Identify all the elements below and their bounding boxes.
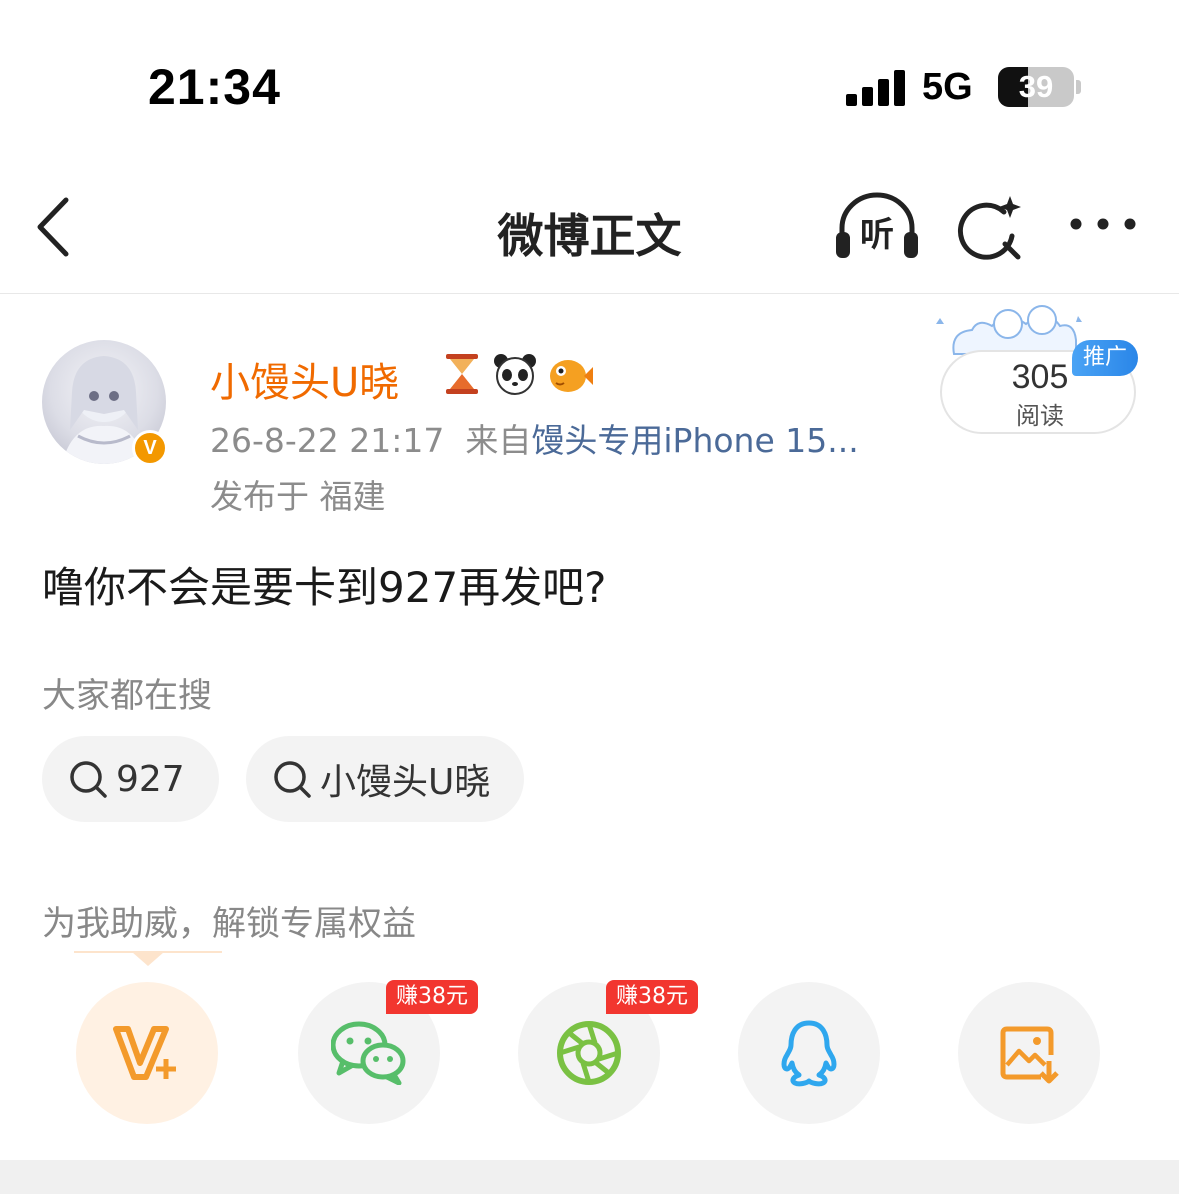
verified-badge: V: [132, 430, 168, 466]
search-icon: [70, 761, 107, 798]
ai-search-icon: [958, 196, 1021, 260]
battery-level: 39: [1018, 69, 1054, 104]
hot-search-chip-label: 927: [116, 758, 185, 800]
battery-cap: [1076, 80, 1081, 94]
headphones-listen-icon: 听: [836, 192, 918, 258]
hot-search-chip[interactable]: 927: [42, 736, 219, 822]
bottom-divider-band: [0, 1160, 1179, 1194]
listen-button[interactable]: 听: [832, 190, 922, 264]
source-prefix: 来自: [465, 421, 532, 460]
vplus-icon: [113, 1026, 176, 1080]
earn-tag: 赚38元: [386, 980, 478, 1014]
nav-bar: 微博正文 听: [0, 160, 1179, 294]
qq-icon: [781, 1020, 837, 1087]
save-image-icon: [1000, 1026, 1059, 1084]
hourglass-icon: [446, 354, 478, 394]
promo-badge[interactable]: 推广: [1072, 340, 1138, 376]
signal-strength-icon: [846, 70, 906, 106]
wechat-icon: [331, 1021, 406, 1085]
ai-search-button[interactable]: [952, 190, 1026, 264]
earn-tag: 赚38元: [606, 980, 698, 1014]
post-text: 噜你不会是要卡到927再发吧?: [42, 563, 607, 612]
battery-icon: 39: [998, 67, 1074, 107]
username[interactable]: 小馒头U晓: [210, 350, 399, 408]
more-dots-icon: [1070, 218, 1136, 230]
post-timestamp: 26-8-22 21:17: [210, 421, 445, 460]
moments-icon: [557, 1021, 621, 1085]
share-qq-button[interactable]: [738, 982, 880, 1124]
listen-label: 听: [860, 215, 894, 255]
user-badges[interactable]: [440, 352, 594, 396]
hot-search-chip-label: 小馒头U晓: [320, 762, 491, 803]
status-time: 21:34: [148, 59, 281, 115]
read-label: 阅读: [1016, 402, 1064, 430]
save-image-button[interactable]: [958, 982, 1100, 1124]
status-bar: 21:34 5G 39: [0, 0, 1179, 150]
post-location: 发布于 福建: [210, 477, 386, 516]
network-type: 5G: [922, 66, 973, 108]
more-button[interactable]: [1066, 212, 1140, 236]
pufferfish-icon: [550, 360, 593, 392]
post-meta: 26-8-22 21:17 来自馒头专用iPhone 15...: [210, 414, 859, 462]
promo-decoration-illustration: [926, 296, 1096, 358]
vplus-support-button[interactable]: [76, 982, 218, 1124]
tip-pointer: [74, 951, 222, 966]
hot-search-chip[interactable]: 小馒头U晓: [246, 736, 525, 822]
search-icon: [274, 761, 311, 798]
panda-icon: [494, 354, 536, 395]
post-source-link[interactable]: 馒头专用iPhone 15...: [531, 421, 858, 460]
hot-search-title: 大家都在搜: [42, 676, 212, 716]
support-title: 为我助威，解锁专属权益: [42, 904, 416, 944]
